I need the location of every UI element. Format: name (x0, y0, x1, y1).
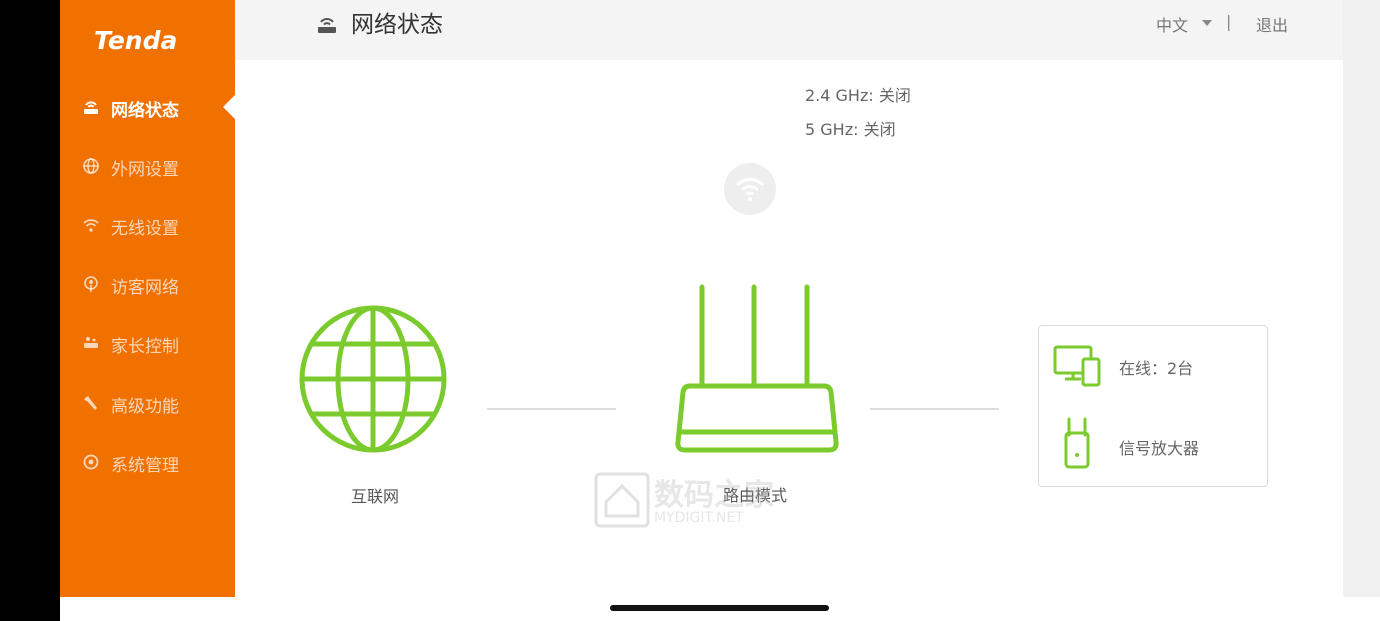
sidebar-item-label: 网络状态 (111, 101, 179, 121)
sidebar-item-label: 高级功能 (111, 397, 179, 417)
internet-globe-icon[interactable] (298, 304, 448, 454)
guest-icon (84, 276, 98, 292)
wifi-status-indicator[interactable] (724, 163, 776, 215)
tenda-logo: Tenda (94, 26, 177, 55)
sidebar-item-network-status[interactable]: 网络状态 (60, 87, 235, 127)
online-devices-count: 在线：2台 (1119, 359, 1194, 378)
watermark-text: 数码之家 (654, 478, 774, 513)
home-indicator[interactable] (610, 605, 829, 611)
logout-link[interactable]: 退出 (1256, 12, 1288, 36)
online-devices-row[interactable]: 在线：2台 (1039, 341, 1267, 391)
sidebar-item-label: 系统管理 (111, 456, 179, 476)
svg-text:Tenda: Tenda (94, 26, 177, 55)
right-edge-panel (1343, 0, 1380, 597)
sidebar-item-guest-network[interactable]: 访客网络 (60, 264, 235, 304)
header-separator: | (1226, 12, 1232, 31)
sidebar-item-wan-settings[interactable]: 外网设置 (60, 146, 235, 186)
connection-line-devices (870, 408, 999, 410)
connection-line-internet (487, 408, 616, 410)
house-logo-icon (594, 472, 650, 528)
router-icon (84, 101, 98, 114)
sidebar-item-label: 无线设置 (111, 219, 179, 239)
header-bar: 网络状态 中文 | 退出 (235, 0, 1343, 60)
internet-label: 互联网 (351, 487, 400, 506)
watermark: 数码之家 MYDIGIT.NET (594, 470, 794, 530)
connected-devices-panel: 在线：2台 信号放大器 (1038, 325, 1268, 487)
sidebar-item-advanced[interactable]: 高级功能 (60, 383, 235, 423)
sidebar-item-wireless-settings[interactable]: 无线设置 (60, 205, 235, 245)
sidebar-item-system-management[interactable]: 系统管理 (60, 442, 235, 482)
sidebar-item-label: 访客网络 (111, 278, 179, 298)
router-device-icon[interactable] (672, 282, 842, 458)
wifi-icon (83, 219, 99, 232)
signal-extender-row[interactable]: 信号放大器 (1039, 417, 1267, 469)
devices-icon (1053, 345, 1101, 387)
signal-extender-icon (1064, 417, 1090, 469)
sidebar-item-label: 家长控制 (111, 337, 179, 357)
page-title: 网络状态 (351, 12, 443, 38)
wifi-icon (735, 178, 765, 201)
wrench-icon (84, 396, 97, 410)
left-black-bar (0, 0, 60, 621)
globe-icon (83, 158, 99, 174)
router-icon (318, 18, 336, 33)
gear-icon (83, 454, 99, 470)
parental-icon (84, 337, 98, 348)
wifi-24ghz-status: 2.4 GHz: 关闭 (805, 86, 911, 105)
signal-extender-label: 信号放大器 (1119, 439, 1200, 458)
watermark-subtext: MYDIGIT.NET (654, 510, 744, 526)
chevron-down-icon[interactable] (1202, 20, 1212, 26)
language-select[interactable]: 中文 (1156, 12, 1188, 36)
sidebar-item-parental-control[interactable]: 家长控制 (60, 323, 235, 363)
wifi-5ghz-status: 5 GHz: 关闭 (805, 120, 896, 139)
sidebar: Tenda 网络状态 外网设置 无线设置 访客网络 家长控制 高级功能 系统管理 (60, 0, 235, 597)
sidebar-item-label: 外网设置 (111, 160, 179, 180)
